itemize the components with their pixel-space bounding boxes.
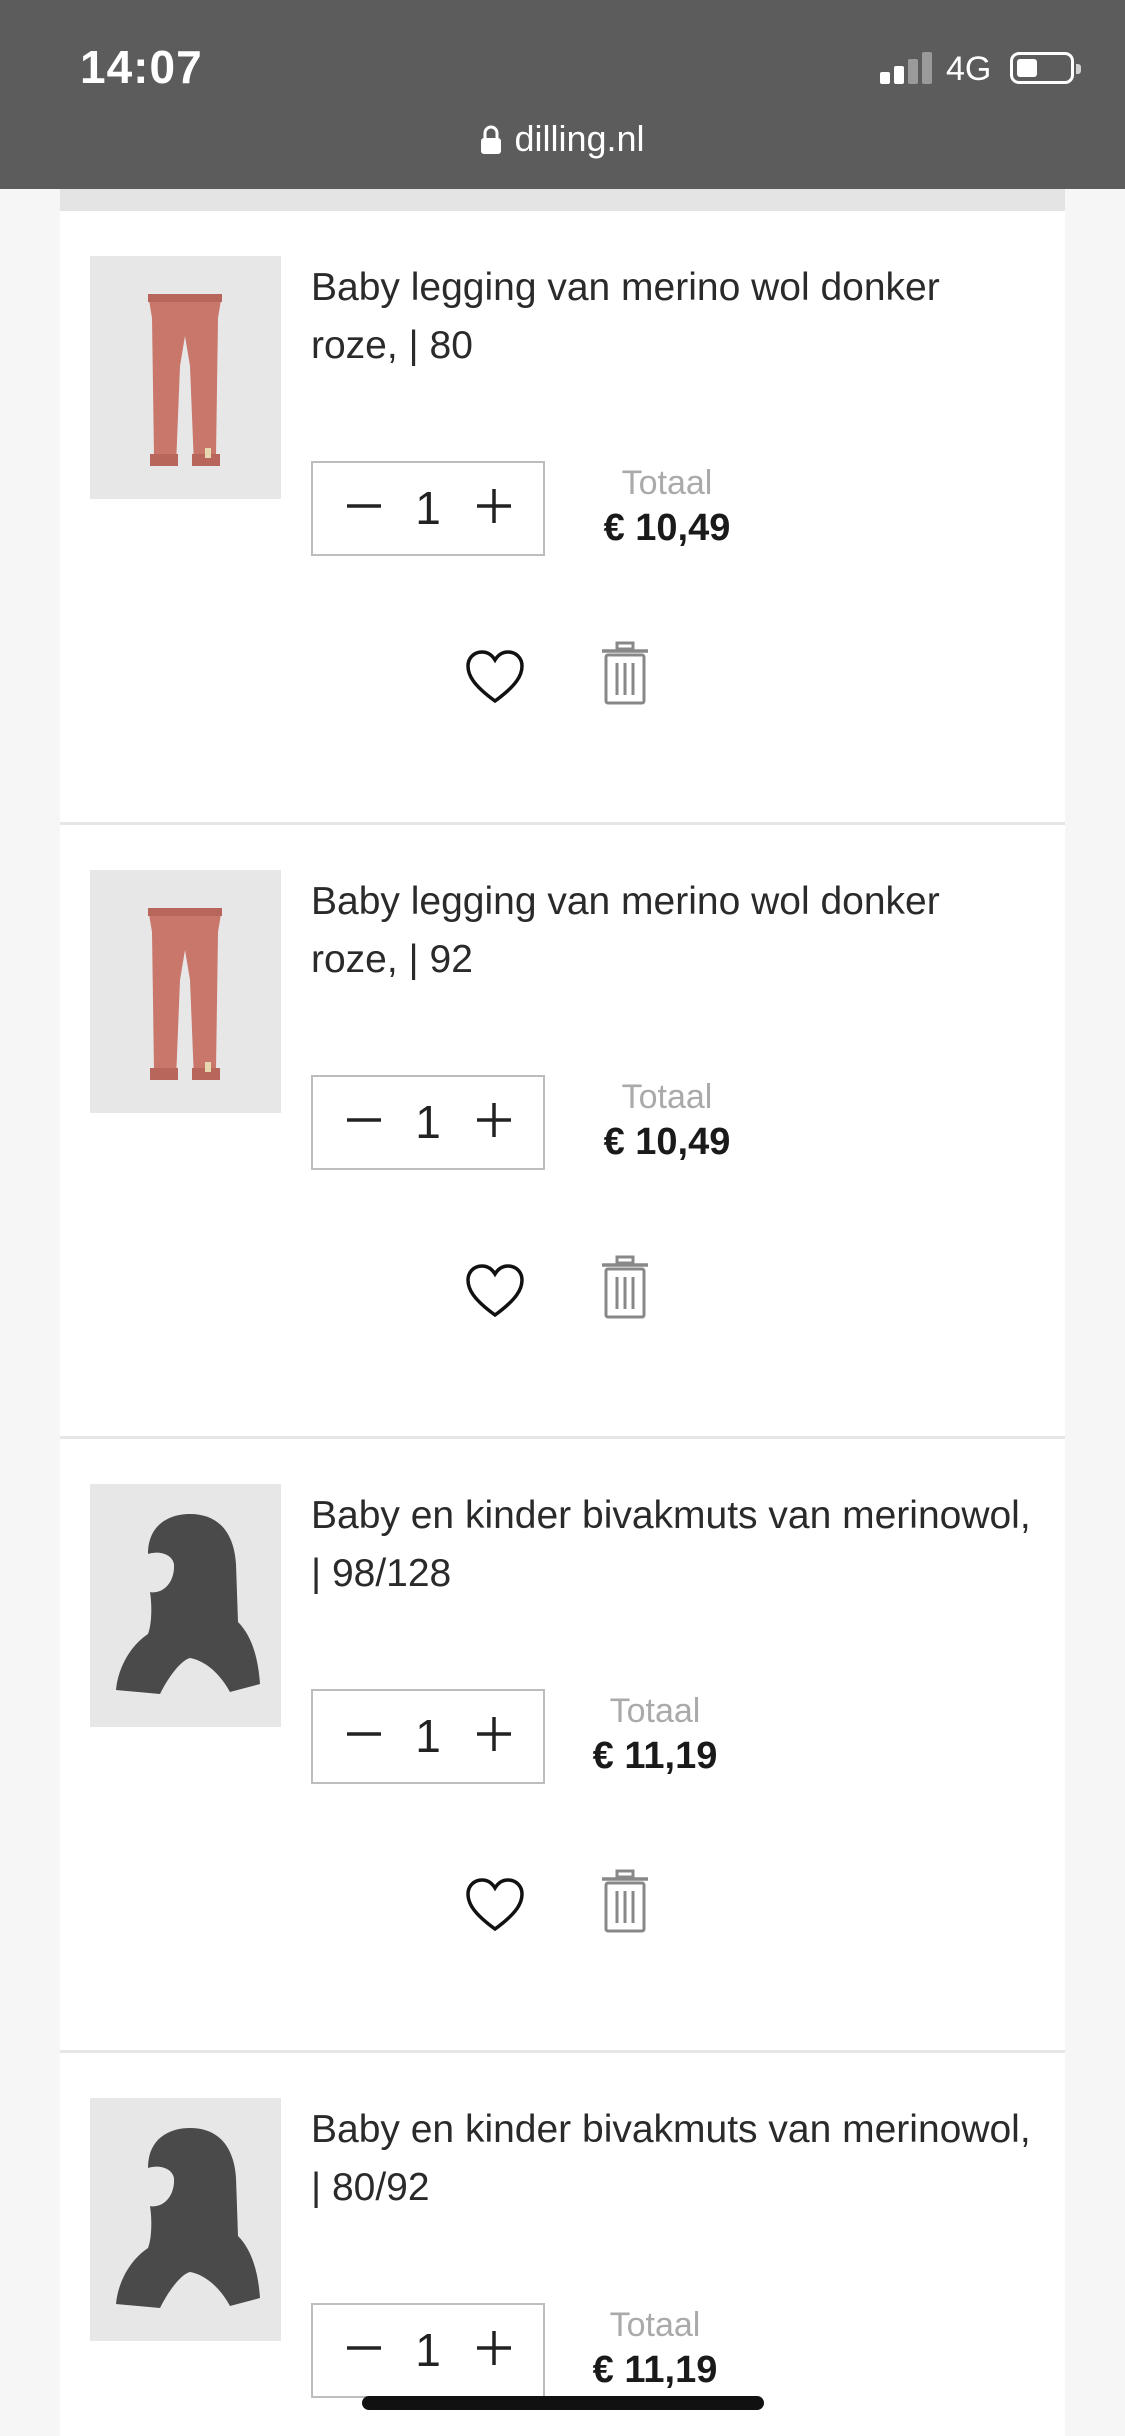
increase-quantity-button[interactable] (459, 1077, 529, 1168)
browser-top-bar: 14:07 4G dilling.nl (0, 0, 1125, 189)
cart-item: Baby legging van merino wol donker roze,… (60, 825, 1065, 1439)
network-type: 4G (946, 50, 992, 88)
remove-item-button[interactable] (600, 1255, 650, 1321)
cart-item: Baby en kinder bivakmuts van merinowol, … (60, 1439, 1065, 2053)
total-price: € 11,19 (592, 2349, 718, 2391)
total-label: Totaal (621, 464, 713, 502)
product-title[interactable]: Baby legging van merino wol donker roze,… (311, 259, 1031, 375)
total-label: Totaal (621, 1078, 713, 1116)
address-bar[interactable]: dilling.nl (0, 118, 1125, 164)
cart-item: Baby legging van merino wol donker roze,… (60, 211, 1065, 825)
product-image-pink-leggings[interactable] (90, 870, 281, 1113)
quantity-stepper: 1 (311, 1075, 545, 1170)
product-image-pink-leggings[interactable] (90, 256, 281, 499)
heart-icon (465, 1264, 525, 1323)
line-total: Totaal € 10,49 (577, 1075, 757, 1165)
favorite-button[interactable] (465, 649, 525, 705)
favorite-button[interactable] (465, 1877, 525, 1933)
quantity-stepper: 1 (311, 1689, 545, 1784)
heart-icon (465, 1878, 525, 1937)
minus-icon (345, 487, 383, 530)
trash-icon (600, 1255, 650, 1325)
plus-icon (475, 487, 513, 530)
total-price: € 10,49 (603, 507, 731, 549)
url-text: dilling.nl (514, 118, 645, 159)
total-label: Totaal (609, 1692, 701, 1730)
battery-icon (1010, 52, 1081, 84)
lock-icon (480, 122, 502, 164)
line-total: Totaal € 10,49 (577, 461, 757, 551)
heart-icon (465, 650, 525, 709)
quantity-stepper: 1 (311, 461, 545, 556)
total-label: Totaal (609, 2306, 701, 2344)
section-divider (60, 189, 1065, 211)
plus-icon (475, 2329, 513, 2372)
status-time: 14:07 (80, 41, 203, 93)
cart-item: Baby en kinder bivakmuts van merinowol, … (60, 2053, 1065, 2436)
signal-strength-icon (880, 52, 936, 84)
total-price: € 11,19 (592, 1735, 718, 1777)
home-indicator[interactable] (362, 2396, 764, 2410)
trash-icon (600, 1869, 650, 1939)
plus-icon (475, 1101, 513, 1144)
product-image-grey-balaclava[interactable] (90, 2098, 281, 2341)
product-title[interactable]: Baby en kinder bivakmuts van merinowol, … (311, 1487, 1031, 1603)
minus-icon (345, 1101, 383, 1144)
increase-quantity-button[interactable] (459, 2305, 529, 2396)
remove-item-button[interactable] (600, 1869, 650, 1935)
line-total: Totaal € 11,19 (565, 2303, 745, 2393)
cart-list: Baby legging van merino wol donker roze,… (60, 189, 1065, 2436)
trash-icon (600, 641, 650, 711)
favorite-button[interactable] (465, 1263, 525, 1319)
product-image-grey-balaclava[interactable] (90, 1484, 281, 1727)
line-total: Totaal € 11,19 (565, 1689, 745, 1779)
quantity-stepper: 1 (311, 2303, 545, 2398)
total-price: € 10,49 (603, 1121, 731, 1163)
minus-icon (345, 1715, 383, 1758)
increase-quantity-button[interactable] (459, 1691, 529, 1782)
increase-quantity-button[interactable] (459, 463, 529, 554)
remove-item-button[interactable] (600, 641, 650, 707)
plus-icon (475, 1715, 513, 1758)
product-title[interactable]: Baby en kinder bivakmuts van merinowol, … (311, 2101, 1031, 2217)
product-title[interactable]: Baby legging van merino wol donker roze,… (311, 873, 1031, 989)
minus-icon (345, 2329, 383, 2372)
